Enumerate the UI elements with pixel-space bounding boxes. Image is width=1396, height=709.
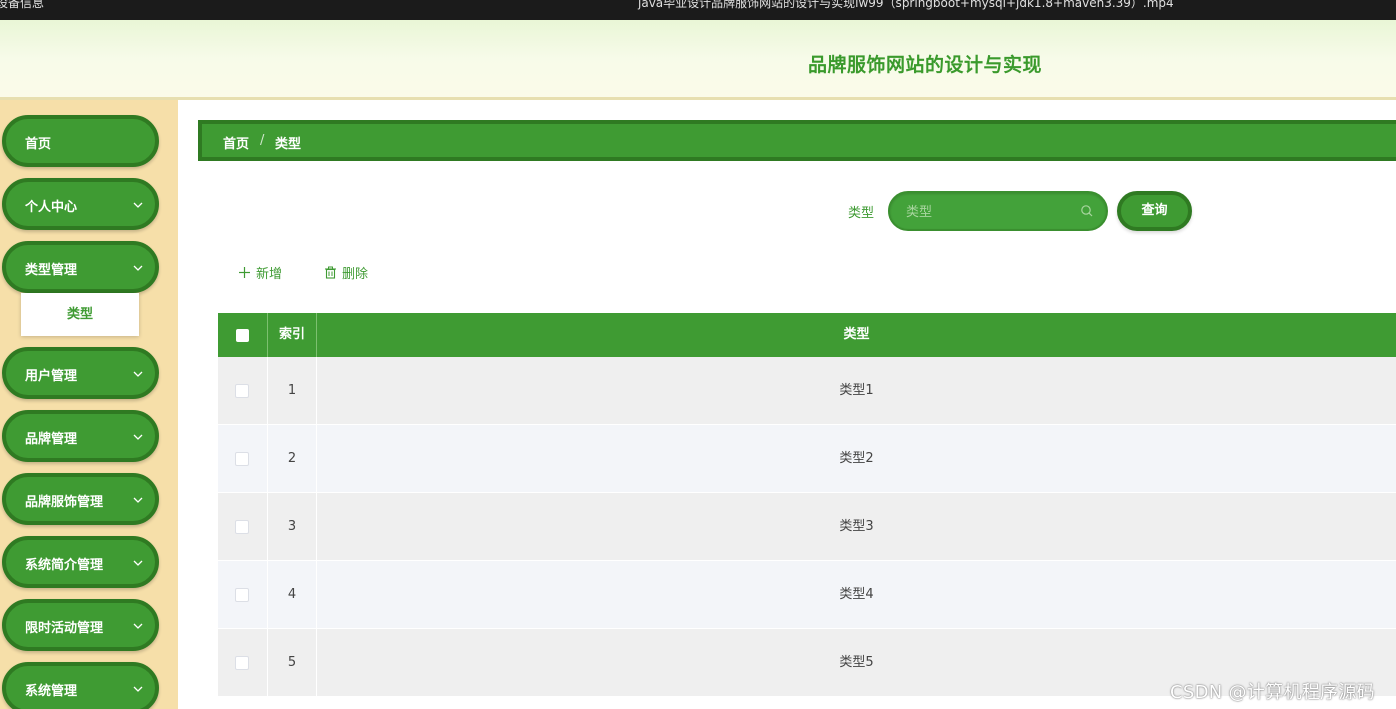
sidebar-item-label: 系统管理 (25, 684, 78, 699)
plus-icon (239, 267, 250, 278)
sidebar-item-home[interactable]: 首页 (2, 115, 159, 167)
column-header-type: 类型 (843, 327, 870, 342)
sidebar-item-personal-center[interactable]: 个人中心 (2, 178, 159, 230)
row-index: 3 (268, 493, 317, 561)
sidebar-item-label: 限时活动管理 (25, 621, 104, 636)
sidebar-item-apparel-management[interactable]: 品牌服饰管理 (2, 473, 159, 525)
table-row[interactable]: 2 类型2 (218, 425, 1396, 493)
sidebar-item-user-management[interactable]: 用户管理 (2, 347, 159, 399)
sidebar-item-label: 用户管理 (25, 369, 78, 384)
trash-icon (325, 266, 336, 279)
row-checkbox[interactable] (235, 656, 249, 670)
site-title: 品牌服饰网站的设计与实现 (808, 54, 1043, 76)
sidebar-item-label: 类型管理 (25, 263, 78, 278)
column-header-index: 索引 (268, 313, 317, 357)
table-row[interactable]: 3 类型3 (218, 493, 1396, 561)
search-icon (1081, 205, 1093, 217)
row-index: 4 (268, 561, 317, 629)
row-checkbox[interactable] (235, 452, 249, 466)
submenu-item-type[interactable]: 类型 (21, 293, 139, 336)
row-index: 5 (268, 629, 317, 697)
chevron-down-icon (133, 560, 143, 566)
row-type: 类型3 (839, 519, 874, 534)
breadcrumb-current: 类型 (275, 137, 302, 152)
row-checkbox[interactable] (235, 520, 249, 534)
sidebar-item-intro-management[interactable]: 系统简介管理 (2, 536, 159, 588)
window-title-left: 设备信息 (0, 0, 45, 10)
sidebar-item-system-management[interactable]: 系统管理 (2, 662, 159, 709)
row-type: 类型2 (839, 451, 874, 466)
row-index: 2 (268, 425, 317, 493)
chevron-down-icon (133, 265, 143, 271)
search-label: 类型 (848, 206, 875, 221)
table-row[interactable]: 1 类型1 (218, 357, 1396, 425)
breadcrumb: 首页 / 类型 (198, 120, 1396, 161)
delete-button-label: 删除 (342, 267, 369, 282)
row-index: 1 (268, 357, 317, 425)
row-check-cell (218, 425, 268, 493)
sidebar-item-label: 首页 (25, 137, 52, 152)
chevron-down-icon (133, 686, 143, 692)
watermark: CSDN @计算机程序源码 (1170, 682, 1375, 703)
search-input[interactable] (906, 202, 1076, 222)
type-table: 索引 类型 1 类型1 2 类型2 3 类型3 4 类型4 5 类型5 (218, 313, 1396, 697)
sidebar-item-type-management[interactable]: 类型管理 (2, 241, 159, 293)
select-all-checkbox[interactable] (236, 329, 249, 342)
add-button-label: 新增 (256, 267, 283, 282)
sidebar-item-brand-management[interactable]: 品牌管理 (2, 410, 159, 462)
window-title: java毕业设计品牌服饰网站的设计与实现lw99（springboot+mysq… (638, 0, 1174, 10)
row-check-cell (218, 493, 268, 561)
chevron-down-icon (133, 434, 143, 440)
site-header: 品牌服饰网站的设计与实现 (0, 20, 1396, 100)
row-type: 类型4 (839, 587, 874, 602)
chevron-down-icon (133, 202, 143, 208)
breadcrumb-separator: / (260, 133, 265, 148)
row-check-cell (218, 629, 268, 697)
row-check-cell (218, 561, 268, 629)
chevron-down-icon (133, 371, 143, 377)
query-button[interactable]: 查询 (1117, 191, 1192, 231)
sidebar: 首页 个人中心 类型管理 类型 用户管理 品牌管理 品牌服饰管理 系统简介管理 … (0, 100, 178, 709)
row-checkbox[interactable] (235, 384, 249, 398)
add-button[interactable]: 新增 (238, 263, 282, 282)
table-header: 索引 类型 (218, 313, 1396, 357)
row-checkbox[interactable] (235, 588, 249, 602)
delete-button[interactable]: 删除 (324, 263, 368, 282)
chevron-down-icon (133, 623, 143, 629)
sidebar-item-flash-sale-management[interactable]: 限时活动管理 (2, 599, 159, 651)
breadcrumb-home[interactable]: 首页 (223, 133, 249, 152)
sidebar-item-label: 品牌管理 (25, 432, 78, 447)
sidebar-item-label: 系统简介管理 (25, 558, 104, 573)
sidebar-item-label: 品牌服饰管理 (25, 495, 104, 510)
table-row[interactable]: 4 类型4 (218, 561, 1396, 629)
row-type: 类型1 (839, 383, 874, 398)
window-titlebar: 设备信息 java毕业设计品牌服饰网站的设计与实现lw99（springboot… (0, 0, 1396, 20)
header-check-cell (218, 313, 268, 357)
chevron-down-icon (133, 497, 143, 503)
search-field[interactable] (888, 191, 1108, 231)
sidebar-item-label: 个人中心 (25, 200, 78, 215)
row-check-cell (218, 357, 268, 425)
